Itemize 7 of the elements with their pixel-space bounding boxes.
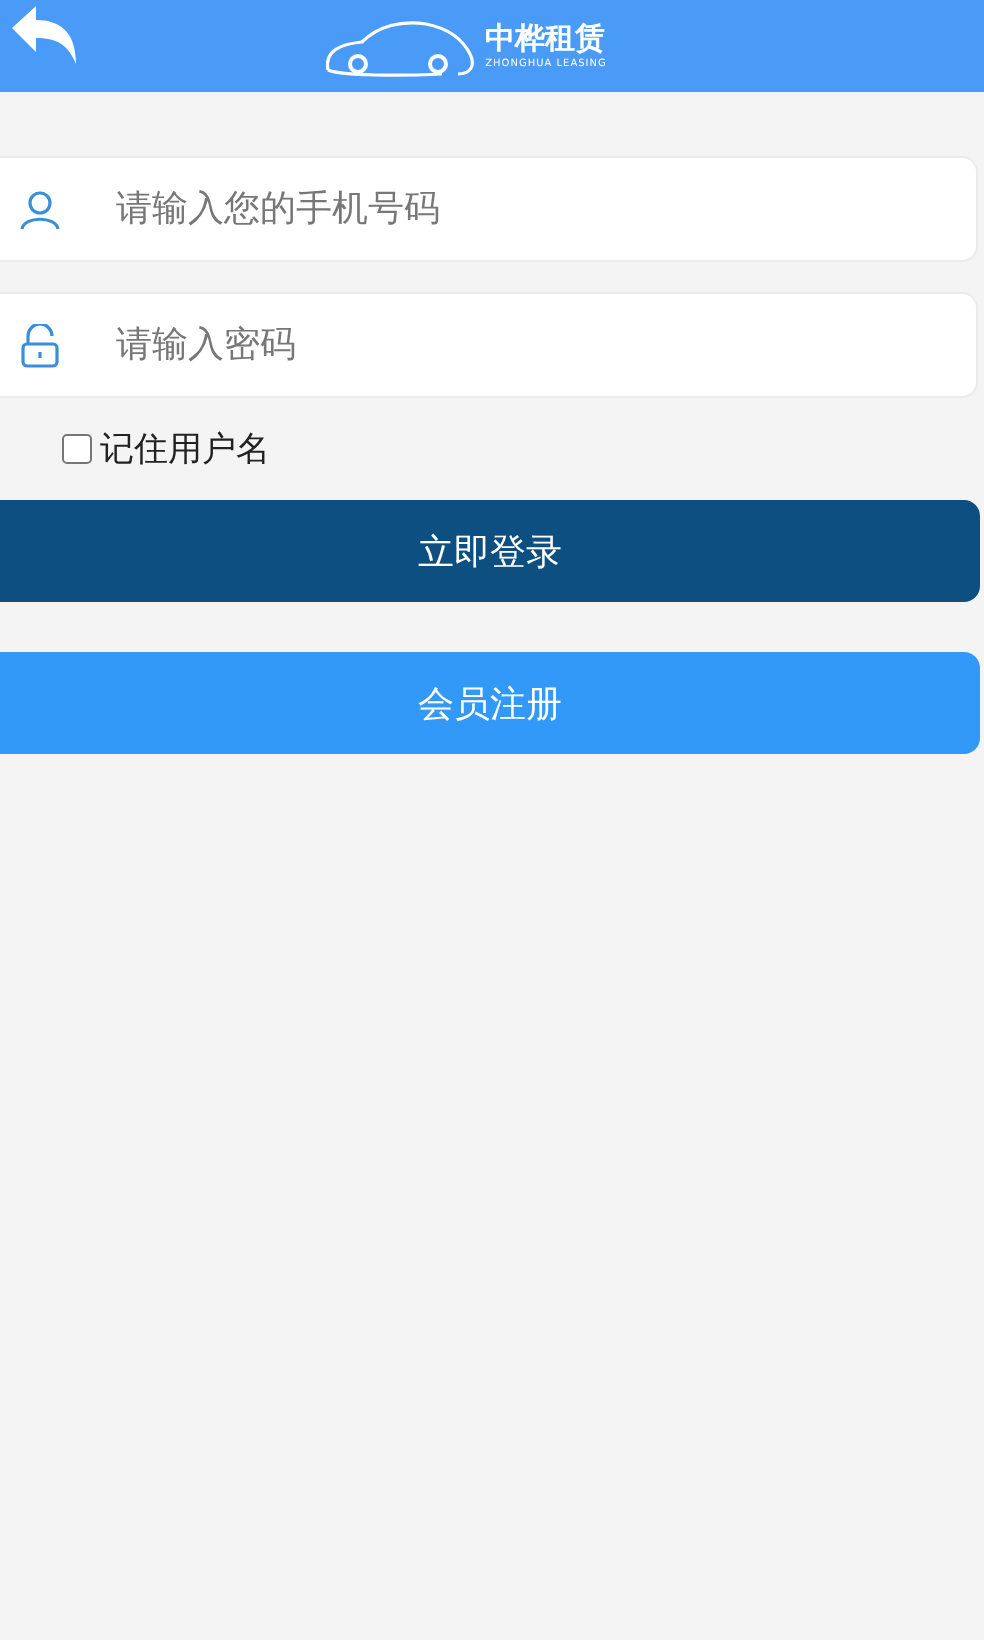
remember-label: 记住用户名 <box>100 428 270 472</box>
input-field[interactable]: 请输入您的手机号码 <box>0 156 978 262</box>
remember-checkbox[interactable] <box>62 434 92 464</box>
login-button[interactable]: 立即登录 <box>0 500 980 602</box>
input-field[interactable]: 请输入密码 <box>0 292 978 398</box>
back-arrow-icon[interactable] <box>8 4 80 68</box>
brand-name: 中桦租赁 <box>485 23 607 53</box>
